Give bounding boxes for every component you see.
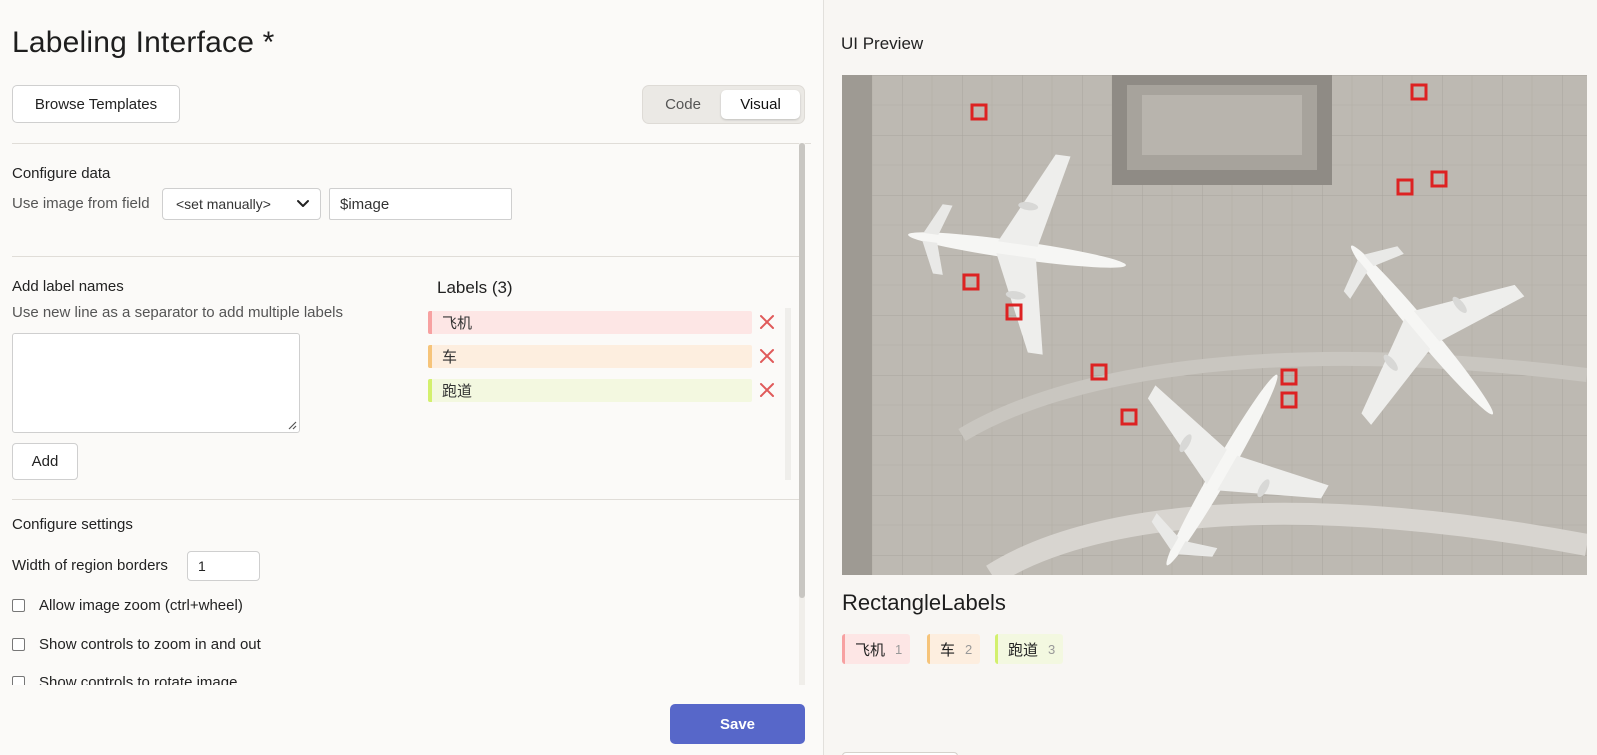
chip-label: 跑道	[1008, 641, 1039, 659]
zoom-controls-option-label: Show controls to zoom in and out	[39, 636, 261, 653]
clipped-option-container: Show controls to rotate image	[0, 670, 790, 685]
label-item[interactable]: 车	[428, 345, 752, 368]
zoom-controls-checkbox[interactable]	[12, 638, 25, 651]
image-field-input[interactable]: $image	[329, 188, 512, 220]
tab-code[interactable]: Code	[649, 90, 717, 119]
chip-label: 飞机	[855, 641, 886, 659]
zoom-option[interactable]: Allow image zoom (ctrl+wheel)	[12, 597, 243, 614]
border-width-input[interactable]: 1	[187, 551, 260, 581]
zoom-controls-option[interactable]: Show controls to zoom in and out	[12, 636, 261, 653]
delete-label-icon[interactable]	[758, 313, 776, 331]
delete-label-icon[interactable]	[758, 347, 776, 365]
image-field-select[interactable]: <set manually>	[162, 188, 321, 220]
page-title: Labeling Interface *	[12, 26, 275, 59]
rotate-controls-option[interactable]: Show controls to rotate image	[12, 674, 237, 685]
chip-label: 车	[940, 641, 956, 659]
section-divider	[12, 499, 799, 500]
mode-toggle: Code Visual	[642, 85, 805, 124]
zoom-option-label: Allow image zoom (ctrl+wheel)	[39, 597, 243, 614]
preview-title: UI Preview	[841, 34, 924, 53]
resize-grip-icon[interactable]	[287, 420, 297, 430]
config-scrollbar-thumb[interactable]	[799, 143, 805, 598]
section-divider	[12, 256, 799, 257]
preview-label-chip[interactable]: 车 2	[927, 634, 981, 664]
labels-list-title: Labels (3)	[437, 278, 513, 297]
configure-settings-title: Configure settings	[12, 516, 133, 533]
save-button[interactable]: Save	[670, 704, 805, 744]
label-names-hint: Use new line as a separator to add multi…	[12, 304, 344, 321]
rectangle-labels-title: RectangleLabels	[842, 590, 1006, 615]
image-field-select-value: <set manually>	[176, 196, 271, 212]
rotate-controls-option-label: Show controls to rotate image	[39, 674, 238, 685]
airport-aerial-image	[842, 75, 1587, 575]
chip-hotkey: 3	[1048, 641, 1056, 657]
configure-data-title: Configure data	[12, 165, 111, 182]
label-names-textarea[interactable]	[12, 333, 300, 433]
label-item[interactable]: 飞机	[428, 311, 752, 334]
image-field-label: Use image from field	[12, 195, 150, 212]
chip-hotkey: 2	[965, 641, 973, 657]
add-label-names-title: Add label names	[12, 278, 124, 295]
rotate-controls-checkbox[interactable]	[12, 676, 25, 685]
add-labels-button[interactable]: Add	[12, 443, 78, 480]
zoom-checkbox[interactable]	[12, 599, 25, 612]
delete-label-icon[interactable]	[758, 381, 776, 399]
tab-visual[interactable]: Visual	[721, 90, 800, 119]
preview-label-chip[interactable]: 飞机 1	[842, 634, 911, 664]
labels-scrollbar[interactable]	[785, 308, 791, 480]
browse-templates-button[interactable]: Browse Templates	[12, 85, 180, 123]
chevron-down-icon	[297, 200, 309, 207]
preview-label-chip[interactable]: 跑道 3	[995, 634, 1064, 664]
preview-image[interactable]	[842, 75, 1587, 575]
chip-hotkey: 1	[895, 641, 903, 657]
label-item[interactable]: 跑道	[428, 379, 752, 402]
border-width-label: Width of region borders	[12, 557, 168, 574]
